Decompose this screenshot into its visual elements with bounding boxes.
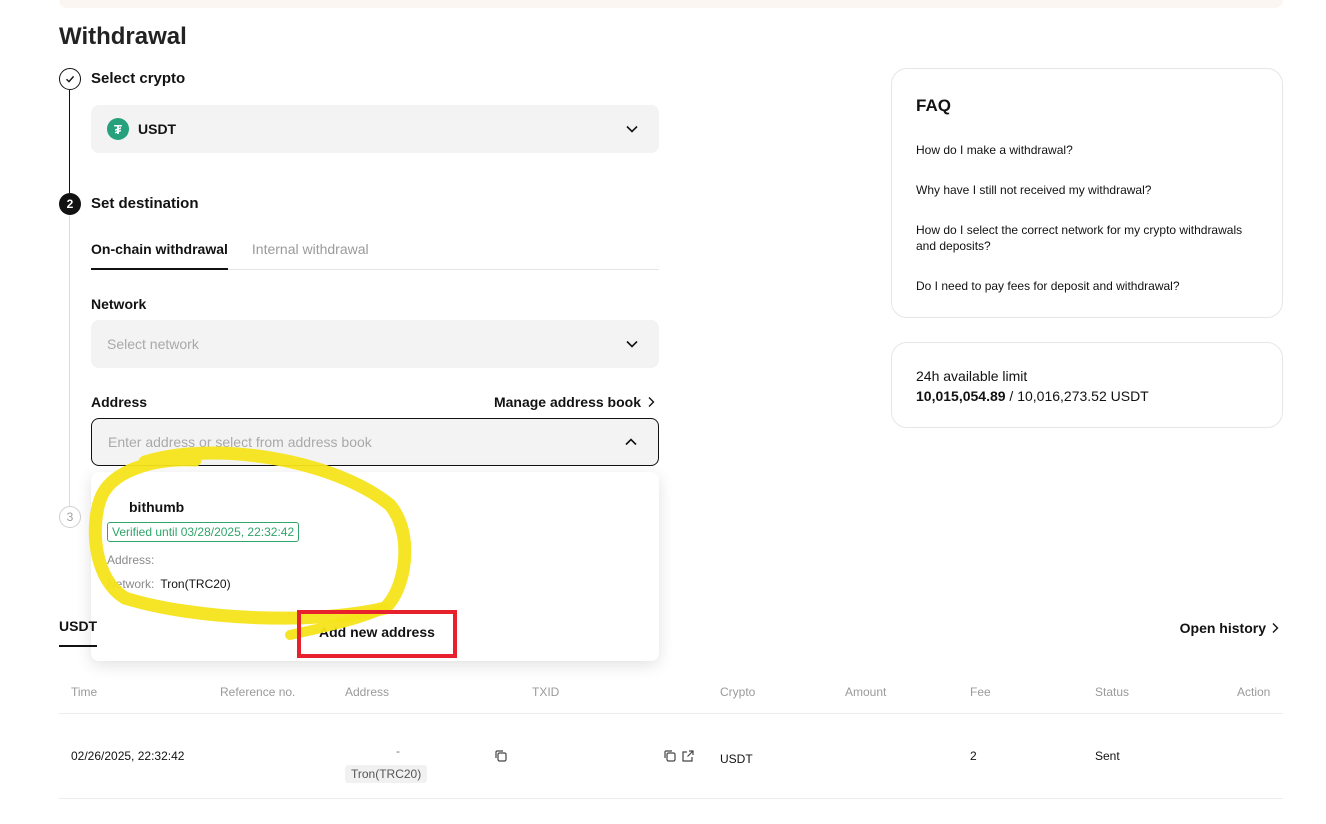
chevron-right-icon [1272, 623, 1279, 633]
address-input[interactable] [108, 434, 620, 450]
manage-address-book-link[interactable]: Manage address book [494, 394, 655, 410]
manage-address-book-label: Manage address book [493, 394, 641, 410]
page-title: Withdrawal [59, 23, 187, 50]
row-address: - [396, 744, 400, 758]
column-header-crypto: Crypto [720, 685, 756, 699]
step-connector [69, 90, 70, 193]
chevron-right-icon [648, 397, 655, 407]
row-status: Sent [1095, 749, 1120, 763]
row-crypto: USDT [720, 752, 753, 766]
address-field[interactable] [91, 418, 659, 466]
chevron-down-icon [621, 333, 643, 355]
row-network-tag: Tron(TRC20) [345, 765, 428, 783]
step-3-number: 3 [59, 506, 81, 528]
faq-question-link[interactable]: Do I need to pay fees for deposit and wi… [916, 278, 1260, 294]
table-divider [59, 713, 1283, 714]
history-tab-usdt[interactable]: USDT [59, 618, 98, 647]
row-time: 02/26/2025, 22:32:42 [71, 749, 185, 763]
tab-on-chain-withdrawal[interactable]: On-chain withdrawal [91, 236, 228, 270]
step-2-number: 2 [59, 193, 81, 215]
column-header-time: Time [71, 685, 98, 699]
chevron-up-icon [620, 431, 642, 453]
address-entry-address-label: Address: [107, 553, 155, 567]
step-1-check-icon [59, 68, 81, 90]
external-link-icon[interactable] [680, 748, 696, 764]
verified-badge: Verified until 03/28/2025, 22:32:42 [107, 522, 300, 542]
address-entry-network-value: Tron(TRC20) [160, 577, 231, 591]
copy-icon[interactable] [662, 748, 678, 764]
column-header-status: Status [1095, 685, 1130, 699]
network-label: Network [91, 296, 147, 312]
limit-values: 10,015,054.89 / 10,016,273.52 USDT [916, 388, 1149, 404]
column-header-txid: TXID [532, 685, 560, 699]
address-label: Address [91, 394, 148, 410]
faq-card: FAQ How do I make a withdrawal? Why have… [891, 68, 1283, 318]
address-entry-network-label: Network: [107, 577, 155, 591]
limit-label: 24h available limit [916, 368, 1028, 384]
copy-icon[interactable] [493, 748, 509, 764]
step-1-title: Select crypto [91, 70, 186, 87]
limit-separator: / [1005, 388, 1018, 404]
faq-question-link[interactable]: Why have I still not received my withdra… [916, 182, 1260, 198]
column-header-action: Action [1237, 685, 1271, 699]
row-fee: 2 [970, 749, 977, 763]
open-history-link[interactable]: Open history [1180, 620, 1279, 636]
tab-internal-withdrawal[interactable]: Internal withdrawal [252, 236, 369, 269]
column-header-amount: Amount [845, 685, 887, 699]
network-select[interactable]: Select network [91, 320, 659, 368]
crypto-select[interactable]: ₮ USDT [91, 105, 659, 153]
faq-title: FAQ [916, 96, 951, 115]
withdrawal-type-tabs: On-chain withdrawal Internal withdrawal [91, 236, 659, 270]
faq-question-link[interactable]: How do I make a withdrawal? [916, 142, 1260, 158]
chevron-down-icon [621, 118, 643, 140]
add-new-address-button[interactable]: Add new address [319, 624, 435, 640]
address-entry-name: bithumb [129, 499, 185, 515]
network-placeholder: Select network [107, 336, 199, 352]
column-header-fee: Fee [970, 685, 991, 699]
column-header-address: Address [345, 685, 390, 699]
limit-total: 10,016,273.52 USDT [1017, 388, 1149, 404]
column-header-reference: Reference no. [220, 685, 296, 699]
step-2-title: Set destination [91, 195, 199, 212]
address-book-dropdown: bithumb Verified until 03/28/2025, 22:32… [91, 472, 659, 661]
top-banner-strip [59, 0, 1283, 8]
table-divider [59, 798, 1283, 799]
address-entry-network-row: Network: Tron(TRC20) [107, 577, 231, 591]
faq-question-link[interactable]: How do I select the correct network for … [916, 222, 1260, 254]
step-connector [69, 215, 70, 506]
open-history-label: Open history [1179, 620, 1266, 636]
crypto-select-value: USDT [138, 121, 177, 137]
address-entry-address-row: Address: [107, 553, 160, 567]
limit-available: 10,015,054.89 [916, 388, 1006, 404]
tether-icon: ₮ [107, 118, 129, 140]
daily-limit-card: 24h available limit 10,015,054.89 / 10,0… [891, 342, 1283, 428]
